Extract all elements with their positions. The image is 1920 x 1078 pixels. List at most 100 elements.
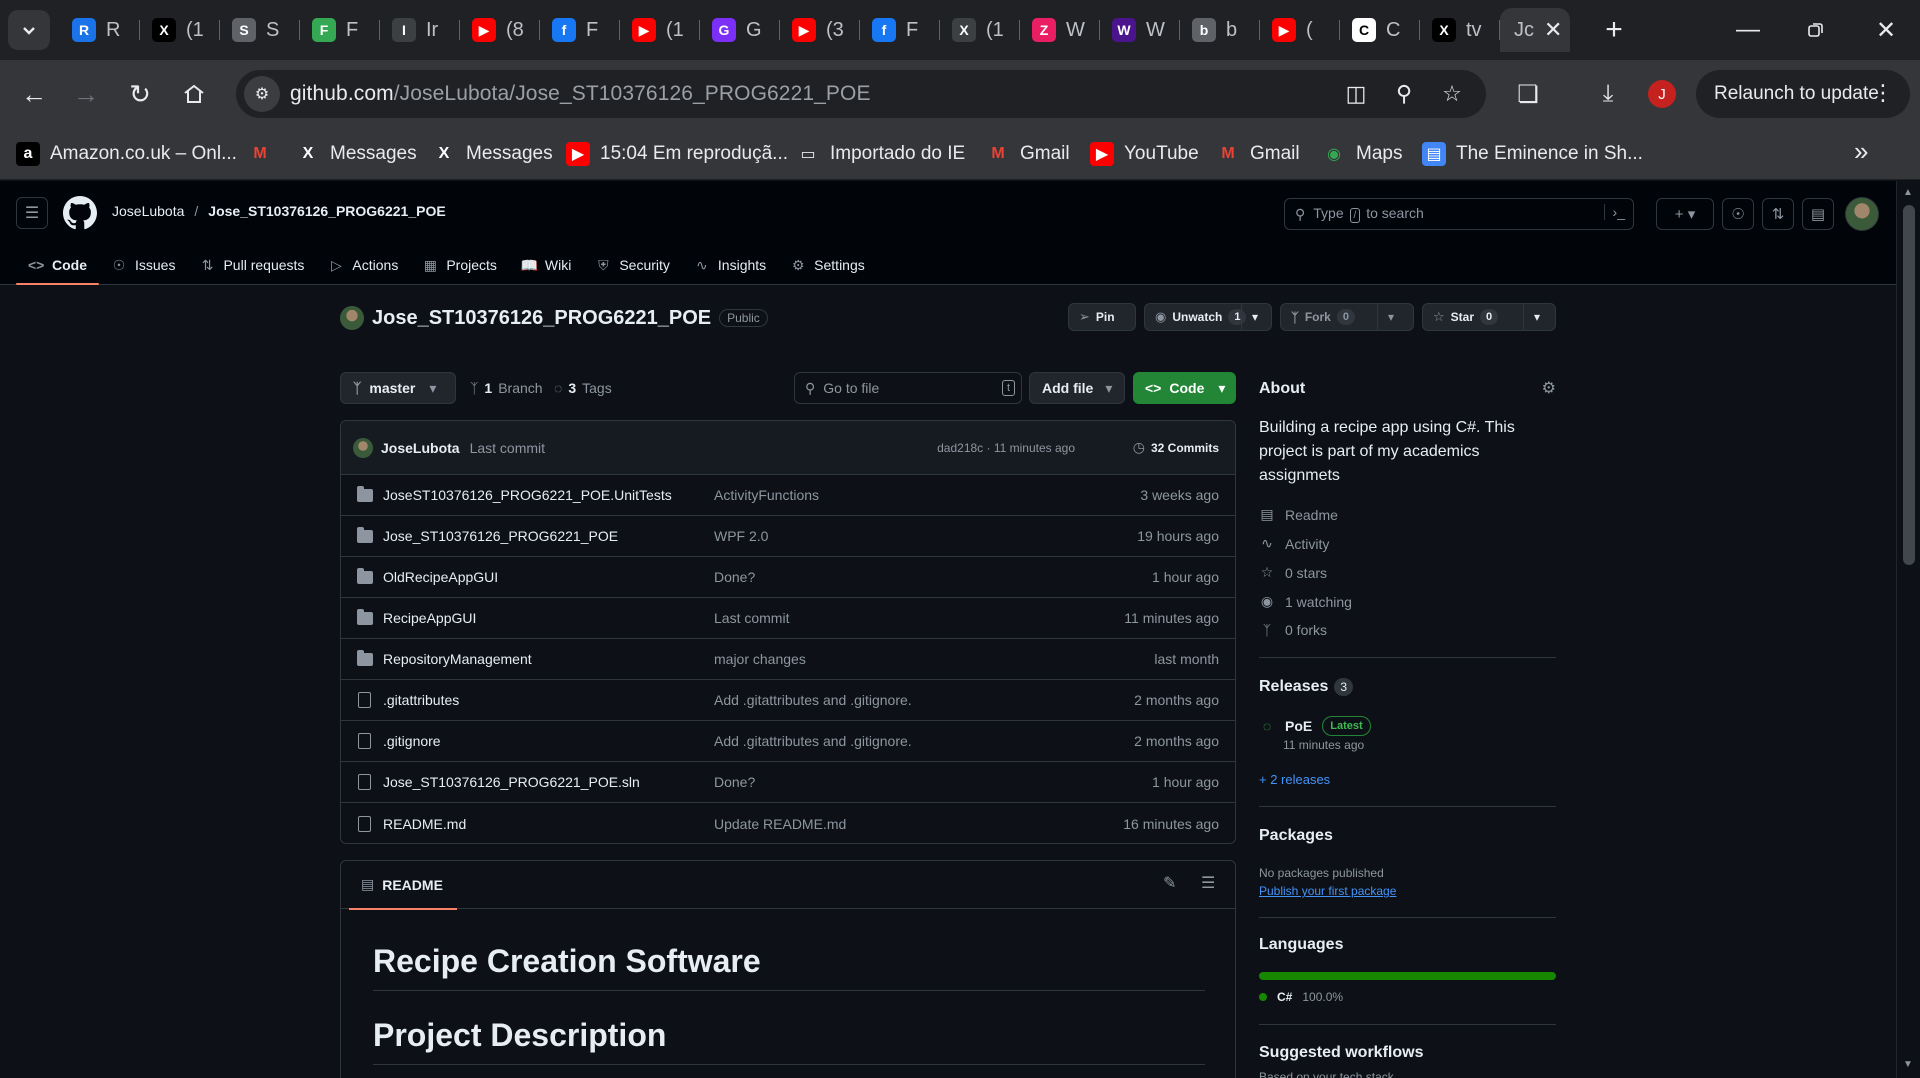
site-info-icon[interactable]: ⚙ [244,76,280,112]
browser-tab[interactable]: I Ir [380,8,460,52]
bookmark-item[interactable]: ▶ YouTube [1090,138,1199,170]
bookmark-star-icon[interactable]: ☆ [1436,78,1468,110]
install-app-icon[interactable]: ◫ [1340,78,1372,110]
stars-link[interactable]: ☆ 0 stars [1259,564,1327,581]
gear-icon[interactable]: ⚙ [1542,378,1556,398]
fork-dropdown-icon[interactable]: ▾ [1377,304,1404,330]
outline-list-icon[interactable]: ☰ [1201,873,1215,893]
go-to-file-input[interactable]: ⚲ Go to file t [794,372,1022,404]
file-name-link[interactable]: .gitignore [383,733,441,749]
file-commit-message[interactable]: Last commit [714,610,789,626]
bookmark-item[interactable]: ▭ Importado do IE [796,138,965,170]
new-tab-button[interactable]: + [1598,13,1630,46]
tab-actions[interactable]: ▷ Actions [316,245,410,285]
bookmark-item[interactable]: ▤ The Eminence in Sh... [1422,138,1643,170]
file-row[interactable]: RecipeAppGUI Last commit 11 minutes ago [341,598,1235,639]
search-input[interactable]: ⚲ Type / to search ›_ [1284,198,1634,230]
fork-button[interactable]: ᛉ Fork 0 ▾ [1280,303,1414,331]
browser-tab[interactable]: ▶ (8 [460,8,540,52]
issues-icon[interactable]: ☉ [1722,198,1754,230]
readme-tab[interactable]: ▤ README [349,861,457,910]
file-row[interactable]: Jose_ST10376126_PROG6221_POE.sln Done? 1 h… [341,762,1235,803]
edit-pencil-icon[interactable]: ✎ [1163,873,1176,893]
tab-projects[interactable]: ▦ Projects [410,245,509,285]
file-row[interactable]: RepositoryManagement major changes last mo… [341,639,1235,680]
commits-link[interactable]: ◷ 32 Commits [1133,439,1219,456]
browser-tab[interactable]: Xtv [1420,8,1500,52]
pull-requests-icon[interactable]: ⇅ [1762,198,1794,230]
file-commit-message[interactable]: WPF 2.0 [714,528,768,544]
commit-author[interactable]: JoseLubota [381,440,460,456]
tab-security[interactable]: ⛨ Security [583,245,682,285]
file-name-link[interactable]: .gitattributes [383,692,459,708]
file-commit-message[interactable]: Update README.md [714,816,846,832]
publish-package-link[interactable]: Publish your first package [1259,884,1396,898]
file-row[interactable]: Jose_ST10376126_PROG6221_POE WPF 2.0 19 ho… [341,516,1235,557]
more-releases-link[interactable]: + 2 releases [1259,772,1330,787]
create-new-button[interactable]: + ▾ [1656,198,1714,230]
bookmark-item[interactable]: X Messages [432,138,553,170]
file-row[interactable]: README.md Update README.md 16 minutes ago [341,803,1235,843]
bookmark-item[interactable]: ▶ 15:04 Em reproduçã... [566,138,788,170]
home-button[interactable] [174,74,214,114]
bookmarks-overflow-icon[interactable]: » [1854,136,1868,167]
file-row[interactable]: OldRecipeAppGUI Done? 1 hour ago [341,557,1235,598]
command-palette-icon[interactable]: ›_ [1603,204,1625,220]
file-name-link[interactable]: RepositoryManagement [383,651,532,667]
browser-tab[interactable]: ZW [1020,8,1100,52]
address-bar[interactable]: ⚙ github.com/JoseLubota/Jose_ST10376126_… [236,70,1486,118]
reload-button[interactable]: ↻ [120,74,160,114]
pin-button[interactable]: ➢ Pin [1068,303,1136,331]
releases-title[interactable]: Releases 3 [1259,678,1354,696]
bookmark-item[interactable]: a Amazon.co.uk – Onl... [16,138,237,170]
activity-link[interactable]: ∿ Activity [1259,535,1329,552]
file-name-link[interactable]: OldRecipeAppGUI [383,569,498,585]
commit-message[interactable]: Last commit [470,440,545,456]
breadcrumb-repo[interactable]: Jose_ST10376126_PROG6221_POE [208,203,445,219]
bookmark-item[interactable]: M Gmail [986,138,1069,170]
code-button[interactable]: <> Code ▾ [1133,372,1236,404]
inbox-icon[interactable]: ▤ [1802,198,1834,230]
release-item[interactable]: ◌ PoE Latest [1259,716,1371,736]
url-text[interactable]: github.com/JoseLubota/Jose_ST10376126_PR… [290,82,871,106]
bookmark-item[interactable]: ◉ Maps [1322,138,1402,170]
close-window-button[interactable]: ✕ [1870,14,1902,46]
browser-tab[interactable]: fF [860,8,940,52]
downloads-icon[interactable]: ⤓ [1588,74,1628,114]
file-commit-message[interactable]: major changes [714,651,806,667]
browser-tab[interactable]: ▶ (1 [620,8,700,52]
browser-tab[interactable]: X (1 [940,8,1020,52]
unwatch-button[interactable]: ◉ Unwatch 1 ▾ [1144,303,1272,331]
branch-select[interactable]: ᛉ master ▾ [340,372,456,404]
file-name-link[interactable]: RecipeAppGUI [383,610,476,626]
profile-avatar[interactable]: J [1648,80,1676,108]
bookmark-item[interactable]: M [248,138,282,170]
more-menu-icon[interactable]: ⋮ [1872,80,1894,106]
tab-code[interactable]: <> Code [16,245,99,285]
breadcrumb-owner[interactable]: JoseLubota [112,203,184,219]
bookmark-item[interactable]: M Gmail [1216,138,1299,170]
active-browser-tab[interactable]: Jc ✕ [1500,8,1570,52]
language-item[interactable]: C# 100.0% [1259,990,1343,1004]
commit-author-avatar[interactable] [353,437,373,458]
branches-link[interactable]: ᛉ 1 Branch [470,380,543,396]
zoom-icon[interactable]: ⚲ [1388,78,1420,110]
browser-tab[interactable]: GG [700,8,780,52]
star-button[interactable]: ☆ Star 0 ▾ [1422,303,1556,331]
browser-tab[interactable]: bb [1180,8,1260,52]
file-name-link[interactable]: README.md [383,816,466,832]
hamburger-menu-icon[interactable]: ☰ [16,197,48,229]
tags-link[interactable]: ◌ 3 Tags [554,380,612,396]
page-scrollbar[interactable]: ▲ ▼ [1896,181,1920,1078]
browser-tab[interactable]: CC [1340,8,1420,52]
tab-issues[interactable]: ☉ Issues [99,245,187,285]
tab-insights[interactable]: ∿ Insights [682,245,778,285]
file-name-link[interactable]: Jose_ST10376126_PROG6221_POE.sln [383,774,640,790]
scroll-down-icon[interactable]: ▼ [1903,1059,1913,1070]
file-name-link[interactable]: Jose_ST10376126_PROG6221_POE [383,528,618,544]
file-commit-message[interactable]: Done? [714,774,755,790]
watching-link[interactable]: ◉ 1 watching [1259,593,1352,610]
commit-meta[interactable]: dad218c · 11 minutes ago [937,441,1075,455]
relaunch-button[interactable]: Relaunch to update ⋮ [1696,70,1910,118]
packages-title[interactable]: Packages [1259,827,1333,845]
